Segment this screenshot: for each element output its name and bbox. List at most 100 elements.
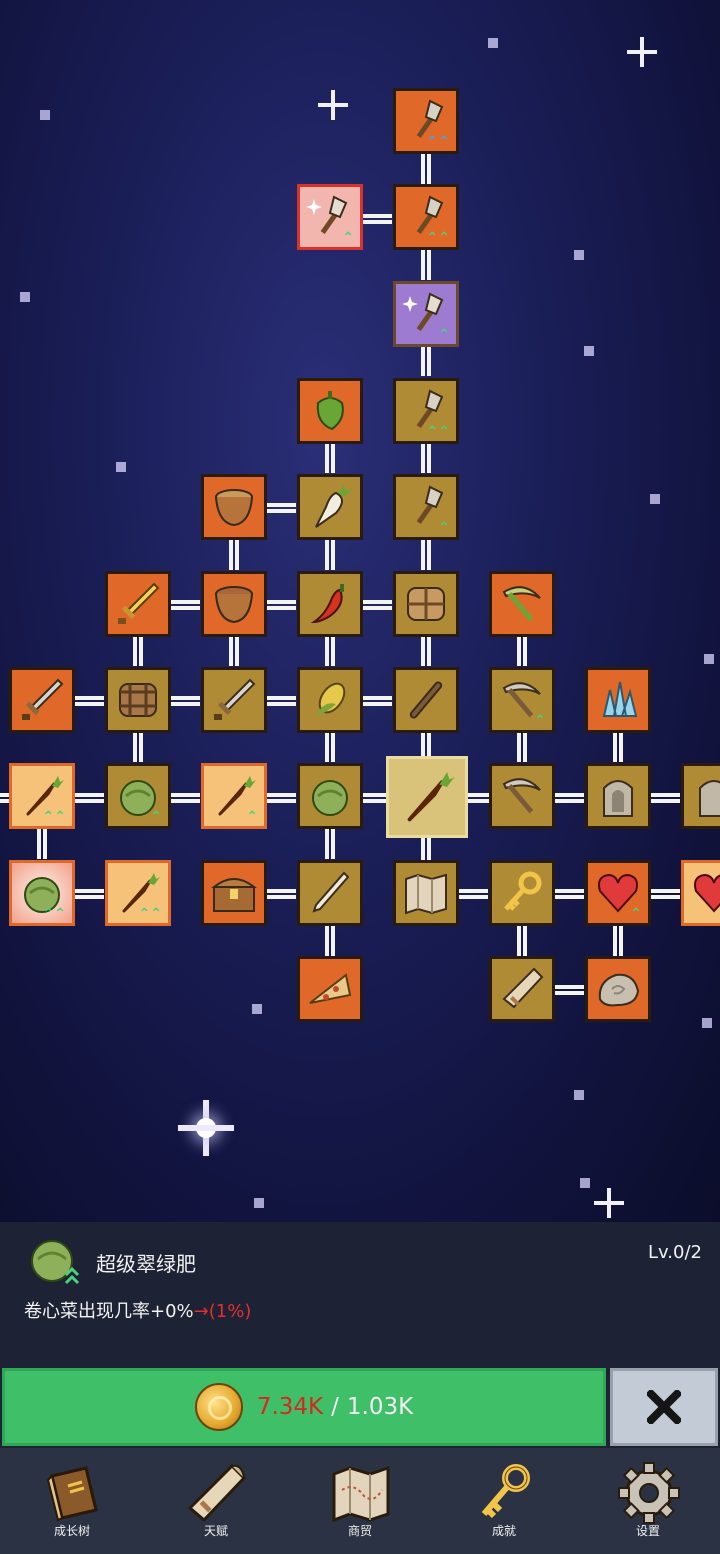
skill-node-sword[interactable]	[201, 667, 267, 733]
arrow-right-icon: →	[193, 1301, 209, 1322]
skill-node-carrot[interactable]: ⌃⌃	[105, 860, 171, 926]
stick-icon	[409, 681, 443, 719]
heart-icon	[694, 873, 720, 913]
skill-node-leek[interactable]	[297, 860, 363, 926]
skill-node-shovel[interactable]: ⌃⌃	[393, 88, 459, 154]
tree-link	[133, 636, 143, 666]
star	[580, 1178, 590, 1188]
map-icon	[332, 1465, 390, 1523]
skill-node-corn[interactable]	[297, 667, 363, 733]
upgrade-cost: 1.03K	[346, 1394, 414, 1420]
skill-node-heart[interactable]	[681, 860, 720, 926]
skill-node-cabbage-selected[interactable]: ⌃⌃	[9, 860, 75, 926]
tree-link	[362, 214, 392, 224]
tree-link	[554, 889, 584, 899]
skill-node-basket[interactable]	[393, 571, 459, 637]
skill-node-shovel[interactable]: ⌃	[393, 474, 459, 540]
tree-link	[266, 793, 296, 803]
skill-description: 卷心菜出现几率+0%→(1%)	[24, 1297, 251, 1323]
skill-node-scroll[interactable]	[489, 956, 555, 1022]
star	[252, 1004, 262, 1014]
tree-link	[421, 154, 431, 184]
nav-talent[interactable]: 天赋	[144, 1448, 288, 1554]
skill-node-carrot-center[interactable]	[386, 756, 468, 838]
skill-node-sword[interactable]	[9, 667, 75, 733]
sword-icon	[22, 678, 64, 720]
skill-node-green-pickaxe[interactable]	[489, 571, 555, 637]
skill-node-statue[interactable]	[585, 763, 651, 829]
skill-node-pizza[interactable]	[297, 956, 363, 1022]
tree-link	[229, 636, 239, 666]
skill-node-carrot[interactable]: ⌃	[201, 763, 267, 829]
skill-node-map[interactable]	[393, 860, 459, 926]
nav-label: 商贸	[347, 1524, 372, 1538]
skill-node-cabbage[interactable]	[297, 763, 363, 829]
skill-node-pickaxe[interactable]	[489, 763, 555, 829]
nav-growth-tree[interactable]: 成长树	[0, 1448, 144, 1554]
skill-node-stone[interactable]	[585, 956, 651, 1022]
tree-link	[517, 732, 527, 762]
tree-link	[421, 443, 431, 473]
twinkle-star	[318, 90, 348, 120]
tree-link	[170, 696, 200, 706]
twinkle-star	[627, 37, 657, 67]
skill-node-sparkle-shovel[interactable]: ⌃	[297, 184, 363, 250]
tree-link	[74, 793, 104, 803]
skill-node-cabbage[interactable]: ⌃	[105, 763, 171, 829]
skill-node-pickaxe[interactable]: ⌃	[489, 667, 555, 733]
skill-node-carrot[interactable]: ⌃⌃	[9, 763, 75, 829]
tree-link	[421, 540, 431, 570]
skill-node-radish[interactable]	[297, 474, 363, 540]
star	[574, 1090, 584, 1100]
tree-link	[74, 696, 104, 706]
skill-node-basket[interactable]	[105, 667, 171, 733]
tree-link	[266, 600, 296, 610]
nav-settings[interactable]: 设置	[576, 1448, 720, 1554]
tree-link	[554, 793, 584, 803]
skill-node-shovel[interactable]: ⌃⌃	[393, 184, 459, 250]
gear-icon	[618, 1462, 680, 1524]
tree-link	[0, 793, 26, 803]
skill-node-chili[interactable]	[297, 571, 363, 637]
skill-node-statue[interactable]	[681, 763, 720, 829]
skill-node-purple-shovel[interactable]: ⌃	[393, 281, 459, 347]
skill-tree-canvas[interactable]: ⌃⌃ ⌃⌃ ⌃ ⌃ ⌃⌃ ⌃ ⌃ ⌃⌃ ⌃ ⌃ ⌃⌃ ⌃⌃ ⌃	[0, 0, 720, 1222]
skill-node-heart[interactable]: ⌃	[585, 860, 651, 926]
skill-node-shovel[interactable]: ⌃⌃	[393, 378, 459, 444]
tree-link	[325, 829, 335, 859]
tree-link	[325, 540, 335, 570]
crystal-icon	[602, 681, 638, 717]
coins-owned: 7.34K	[256, 1394, 324, 1420]
coin-icon	[194, 1383, 243, 1431]
star	[704, 654, 714, 664]
tree-link	[362, 696, 392, 706]
scroll-icon	[187, 1463, 247, 1523]
skill-node-chest[interactable]	[201, 860, 267, 926]
sword-icon	[214, 678, 256, 720]
nav-trade[interactable]: 商贸	[288, 1448, 432, 1554]
skill-node-bowl[interactable]	[201, 474, 267, 540]
star	[574, 250, 584, 260]
skill-node-golden-sword[interactable]	[105, 571, 171, 637]
tree-link	[229, 540, 239, 570]
pickaxe-icon	[502, 778, 541, 814]
star	[40, 110, 50, 120]
skill-node-bowl[interactable]	[201, 571, 267, 637]
close-button[interactable]	[610, 1368, 718, 1446]
skill-node-pepper[interactable]	[297, 378, 363, 444]
upgrade-button[interactable]: 7.34K / 1.03K	[2, 1368, 606, 1446]
skill-node-stick[interactable]	[393, 667, 459, 733]
cabbage-icon	[31, 1240, 80, 1285]
skill-detail-panel	[0, 1222, 720, 1366]
skill-node-crystal[interactable]	[585, 667, 651, 733]
chili-icon	[310, 584, 344, 624]
tree-link	[517, 926, 527, 956]
key-icon	[481, 1464, 530, 1519]
stone-icon	[598, 973, 640, 1007]
skill-node-key[interactable]	[489, 860, 555, 926]
bowl-icon	[215, 586, 253, 624]
tree-link	[421, 346, 431, 376]
basket-icon	[407, 587, 445, 621]
close-icon	[647, 1390, 681, 1424]
nav-achievements[interactable]: 成就	[432, 1448, 576, 1554]
